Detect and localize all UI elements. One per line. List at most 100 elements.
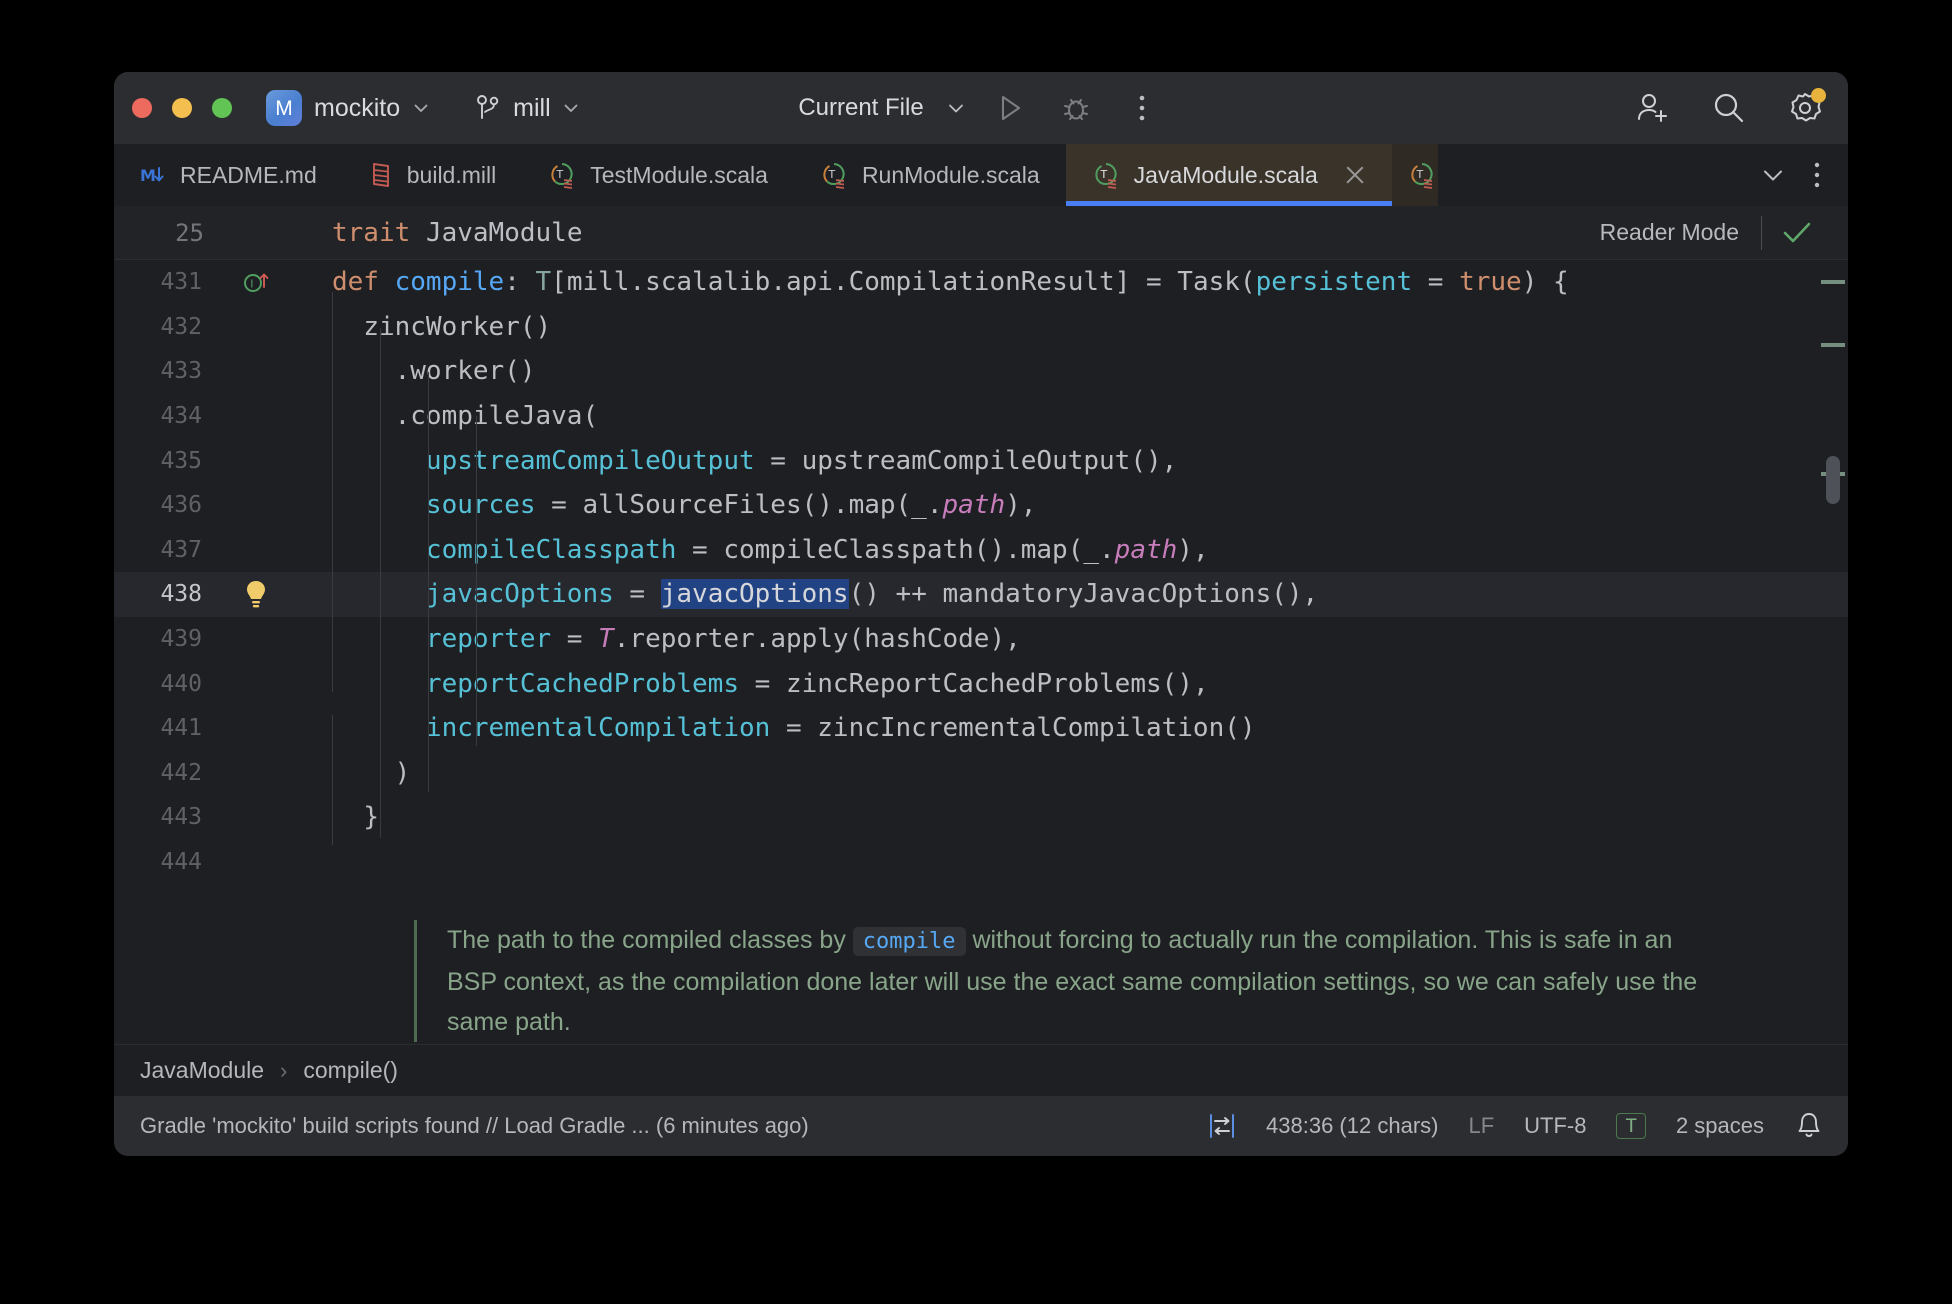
sticky-code-line: trait JavaModule [226, 218, 582, 248]
token-type: T [535, 267, 552, 298]
editor-scrollbar-thumb[interactable] [1826, 456, 1840, 504]
status-badge[interactable]: T [1616, 1113, 1646, 1139]
editor-tab-bar: M README.md build.mill T TestModule.scal… [114, 144, 1848, 206]
code-line[interactable]: 433 .worker() [114, 349, 1848, 394]
tab-javamodule-scala[interactable]: T JavaModule.scala [1065, 144, 1392, 206]
run-icon[interactable] [988, 86, 1032, 130]
code-line[interactable]: 435 upstreamCompileOutput = upstreamComp… [114, 438, 1848, 483]
inspections-ok-icon[interactable] [1762, 220, 1830, 246]
code-line[interactable]: 439 reporter = T.reporter.apply(hashCode… [114, 617, 1848, 662]
token-italic-member: path [1114, 534, 1178, 565]
add-user-icon[interactable] [1632, 87, 1674, 129]
line-number: 433 [160, 358, 202, 385]
intention-bulb-icon[interactable] [226, 577, 286, 611]
debug-icon[interactable] [1054, 86, 1098, 130]
breadcrumb-separator: › [280, 1057, 288, 1083]
code-line[interactable]: 434 .compileJava( [114, 394, 1848, 439]
status-message[interactable]: Gradle 'mockito' build scripts found // … [140, 1113, 809, 1139]
code-editor[interactable]: 431 I def compile: T[mill.scalalib.api.C… [114, 260, 1848, 1044]
code-line[interactable]: 441 incrementalCompilation = zincIncreme… [114, 706, 1848, 751]
close-window-button[interactable] [132, 98, 152, 118]
tab-label: TestModule.scala [590, 161, 768, 188]
token-plain: = zincIncrementalCompilation() [770, 713, 1256, 744]
code-line[interactable]: 431 I def compile: T[mill.scalalib.api.C… [114, 260, 1848, 305]
reader-mode-toggle[interactable]: Reader Mode [1600, 215, 1848, 250]
branch-selector[interactable]: mill [466, 89, 588, 127]
code-text: ) [286, 757, 411, 788]
breadcrumb: JavaModule › compile() [114, 1044, 1848, 1096]
line-separator[interactable]: LF [1468, 1113, 1494, 1139]
breadcrumb-item-method[interactable]: compile() [303, 1057, 398, 1084]
sticky-type-name: JavaModule [425, 217, 583, 248]
file-encoding[interactable]: UTF-8 [1524, 1113, 1586, 1139]
line-number: 437 [160, 536, 202, 563]
sticky-keyword: trait [332, 217, 411, 248]
caret-position[interactable]: 438:36 (12 chars) [1266, 1113, 1438, 1139]
token-named-arg: reportCachedProblems [425, 668, 739, 699]
chevron-down-icon[interactable] [946, 98, 966, 118]
token-plain: ) [394, 757, 411, 788]
svg-text:I: I [250, 278, 253, 291]
token-italic-member: T [598, 624, 614, 655]
tab-label: README.md [180, 161, 317, 188]
marker-stripe[interactable] [1821, 280, 1845, 284]
code-line[interactable]: 437 compileClasspath = compileClasspath(… [114, 528, 1848, 573]
more-vertical-icon[interactable] [1120, 86, 1164, 130]
tab-label: RunModule.scala [861, 161, 1040, 188]
code-line[interactable]: 440 reportCachedProblems = zincReportCac… [114, 661, 1848, 706]
maximize-window-button[interactable] [212, 98, 232, 118]
code-text: reporter = T.reporter.apply(hashCode), [286, 624, 1021, 654]
settings-gear-icon[interactable] [1784, 87, 1826, 129]
indent-setting[interactable]: 2 spaces [1676, 1113, 1764, 1139]
code-line[interactable]: 436 sources = allSourceFiles().map(_.pat… [114, 483, 1848, 528]
chevron-down-icon[interactable] [1760, 162, 1786, 188]
editor-marker-lane[interactable] [1820, 260, 1848, 1044]
close-tab-icon[interactable] [1344, 164, 1366, 186]
line-number: 435 [160, 447, 202, 474]
vcs-branch-icon [474, 93, 502, 123]
more-vertical-icon[interactable] [1812, 161, 1822, 189]
line-number: 439 [160, 626, 202, 653]
tab-bar-actions [1744, 144, 1848, 206]
project-badge: M [266, 90, 302, 126]
minimize-window-button[interactable] [172, 98, 192, 118]
code-text: zincWorker() [286, 312, 551, 342]
scala-trait-icon: T [1408, 161, 1436, 189]
token-function: compile [378, 267, 505, 298]
breadcrumb-item-class[interactable]: JavaModule [140, 1057, 264, 1084]
line-number: 442 [160, 759, 202, 786]
doc-part-1: The path to the compiled classes by [447, 926, 853, 954]
tab-build-mill[interactable]: build.mill [343, 144, 522, 206]
code-line[interactable]: 444 [114, 840, 1848, 885]
code-text: .worker() [286, 356, 536, 386]
code-line[interactable]: 432 zincWorker() [114, 305, 1848, 350]
token-plain: () ++ mandatoryJavacOptions(), [848, 579, 1319, 610]
code-line[interactable]: 443 } [114, 795, 1848, 840]
soft-wrap-icon[interactable] [1208, 1111, 1236, 1141]
svg-text:T: T [1415, 168, 1423, 181]
token-tail: ) { [1521, 267, 1569, 298]
selected-text[interactable]: javacOptions [660, 579, 849, 610]
token-operator: = [613, 579, 661, 610]
tab-overflow-preview[interactable]: T [1391, 144, 1438, 206]
token-literal: true [1459, 267, 1522, 298]
code-line-current[interactable]: 438 javacOptions = javacOptions() ++ man… [114, 572, 1848, 617]
marker-stripe[interactable] [1821, 343, 1845, 347]
token-type-args: [mill.scalalib.api.CompilationResult] = … [551, 267, 1256, 298]
ide-window: M mockito mill Current File M README.md … [114, 72, 1848, 1156]
tab-testmodule-scala[interactable]: T TestModule.scala [522, 144, 794, 206]
code-text: javacOptions = javacOptions() ++ mandato… [286, 579, 1319, 610]
code-line[interactable]: 442 ) [114, 751, 1848, 796]
override-implement-icon[interactable]: I [226, 267, 286, 297]
bell-icon[interactable] [1794, 1110, 1824, 1142]
run-configuration-label[interactable]: Current File [798, 94, 923, 122]
tab-runmodule-scala[interactable]: T RunModule.scala [794, 144, 1066, 206]
search-icon[interactable] [1708, 87, 1750, 129]
token-operator: = [551, 624, 599, 655]
token-plain: } [363, 802, 379, 833]
token-named-arg: persistent [1255, 267, 1413, 298]
branch-name: mill [513, 93, 551, 122]
token-plain: zincWorker() [363, 311, 552, 342]
tab-readme-md[interactable]: M README.md [114, 144, 343, 206]
project-selector[interactable]: M mockito [258, 86, 438, 130]
